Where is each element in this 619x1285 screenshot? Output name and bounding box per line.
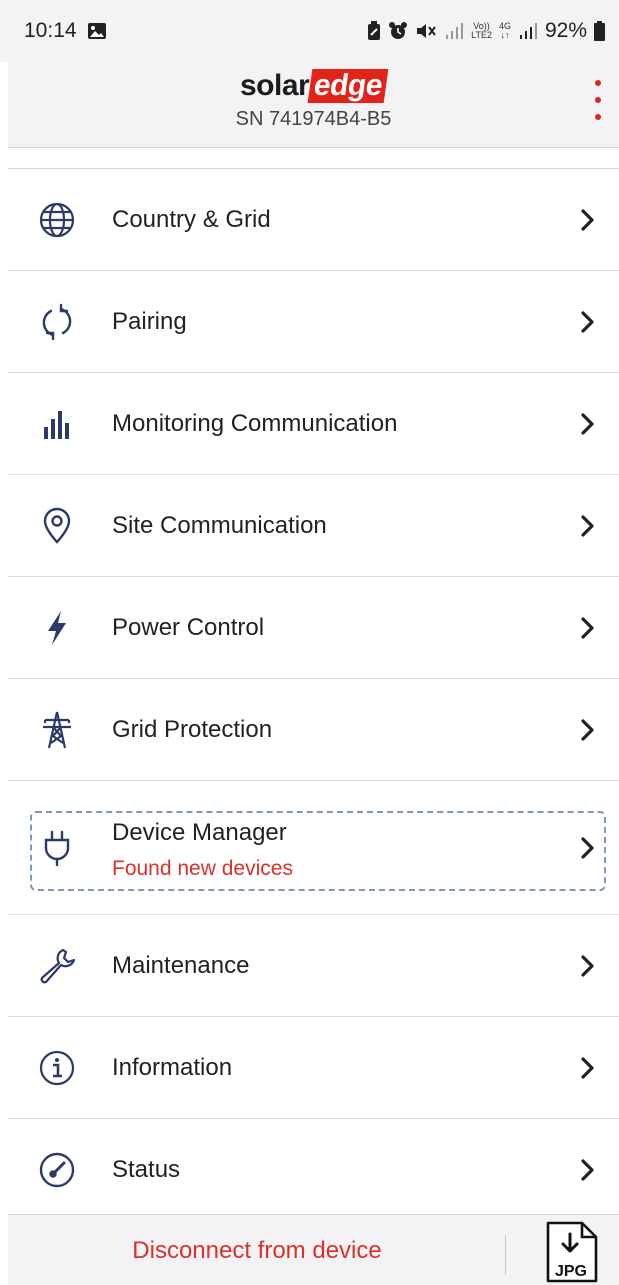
menu-item-pairing[interactable]: Pairing [8,271,619,373]
kebab-dot [595,97,601,103]
bar-chart-icon [36,403,78,445]
menu-item-label: Status [112,1155,181,1183]
gauge-icon [36,1149,78,1191]
status-bar: 10:14 Vo)) LTE2 4G ↓↑ 92% [0,0,619,62]
mute-icon [417,24,436,38]
chevron-right-icon [581,954,594,977]
network-type: 4G ↓↑ [499,22,511,40]
vertical-divider [505,1235,506,1275]
bottom-action-bar: Disconnect from device JPG [8,1214,619,1285]
menu-item-information[interactable]: Information [8,1017,619,1119]
data-arrows-icon: ↓↑ [500,30,510,40]
menu-item-monitoring-communication[interactable]: Monitoring Communication [8,373,619,475]
clock: 10:14 [24,19,77,42]
chevron-right-icon [581,718,594,741]
settings-menu: Country & Grid Pairing Monitoring Commun… [8,168,619,1221]
lightning-icon [36,607,78,649]
app-header: solar edge SN 741974B4-B5 [8,62,619,148]
export-jpg-icon[interactable]: JPG [544,1221,600,1283]
power-tower-icon [36,709,78,751]
battery-percent: 92% [544,19,587,42]
solaredge-logo: solar edge [240,68,410,104]
signal-strength-icon [519,23,537,39]
chevron-right-icon [581,310,594,333]
battery-saver-icon [368,21,381,40]
menu-item-label: Country & Grid [112,205,271,233]
network-bottom-text: LTE2 [471,30,492,40]
status-bar-right: Vo)) LTE2 4G ↓↑ 92% [367,19,605,43]
kebab-dot [595,80,601,86]
menu-item-device-manager[interactable]: Device Manager Found new devices [8,781,619,915]
kebab-dot [595,114,601,120]
plug-icon [36,827,78,869]
status-bar-left: 10:14 [24,19,107,43]
menu-item-maintenance[interactable]: Maintenance [8,915,619,1017]
menu-item-label: Maintenance [112,951,250,979]
menu-item-country-grid[interactable]: Country & Grid [8,169,619,271]
export-label: JPG [555,1263,587,1280]
network-label: Vo)) LTE2 [471,22,492,40]
menu-item-label: Monitoring Communication [112,409,398,437]
info-icon [36,1047,78,1089]
menu-item-status[interactable]: Status [8,1119,619,1221]
battery-icon [594,21,605,41]
globe-icon [36,199,78,241]
chevron-right-icon [581,514,594,537]
chevron-right-icon [581,1158,594,1181]
gallery-notification-icon [87,23,106,39]
disconnect-button[interactable]: Disconnect from device [8,1215,506,1285]
location-pin-icon [36,505,78,547]
logo-text-solar: solar [240,69,310,102]
refresh-icon [36,301,78,343]
kebab-menu-icon[interactable] [591,80,605,120]
logo-text-edge: edge [307,69,389,103]
menu-item-label: Grid Protection [112,715,273,743]
chevron-right-icon [581,208,594,231]
menu-item-label: Site Communication [112,511,327,539]
device-serial-number: SN 741974B4-B5 [235,108,392,130]
menu-item-site-communication[interactable]: Site Communication [8,475,619,577]
wrench-icon [36,945,78,987]
menu-item-power-control[interactable]: Power Control [8,577,619,679]
menu-item-label: Information [112,1053,233,1081]
chevron-right-icon [581,1056,594,1079]
new-devices-alert: Found new devices [112,857,293,880]
menu-item-label: Device Manager [112,819,287,846]
chevron-right-icon [581,836,594,859]
menu-item-grid-protection[interactable]: Grid Protection [8,679,619,781]
alarm-icon [389,22,408,39]
chevron-right-icon [581,412,594,435]
signal-weak-icon [446,23,464,39]
chevron-right-icon [581,616,594,639]
menu-item-label: Pairing [112,307,187,335]
menu-item-label: Power Control [112,613,265,641]
